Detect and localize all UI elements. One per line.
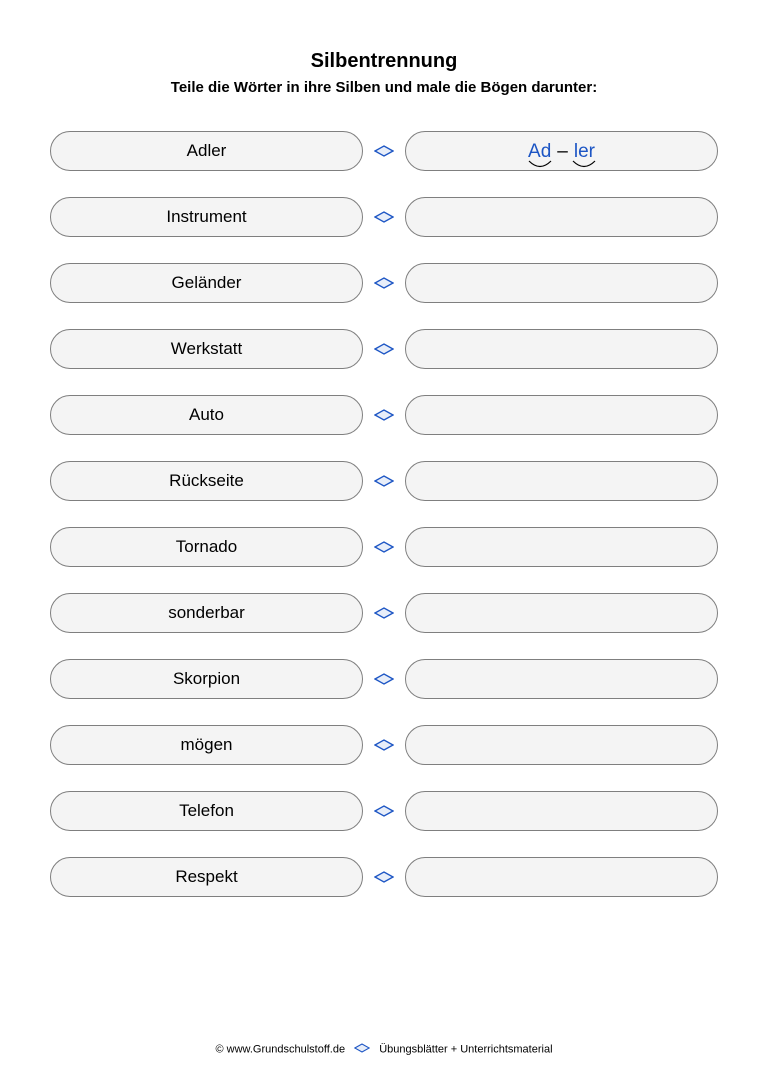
divider-icon	[373, 145, 395, 157]
answer-pill[interactable]	[405, 857, 718, 897]
divider-icon	[373, 475, 395, 487]
word-label: mögen	[181, 735, 233, 755]
syllable: ler	[574, 142, 595, 161]
example-answer: Ad – ler	[528, 142, 595, 161]
word-label: Tornado	[176, 537, 237, 557]
divider-icon	[373, 541, 395, 553]
page-title: Silbentrennung	[50, 50, 718, 73]
word-row: Tornado	[50, 527, 718, 567]
word-pill: Auto	[50, 395, 363, 435]
word-label: Geländer	[172, 273, 242, 293]
syllable-text: ler	[574, 141, 595, 162]
word-row: Adler Ad – ler	[50, 131, 718, 171]
arc-icon	[572, 160, 596, 170]
word-row: Respekt	[50, 857, 718, 897]
word-pill: sonderbar	[50, 593, 363, 633]
answer-pill[interactable]	[405, 725, 718, 765]
word-rows: Adler Ad – ler	[50, 131, 718, 897]
word-row: Rückseite	[50, 461, 718, 501]
answer-pill[interactable]	[405, 461, 718, 501]
divider-icon	[373, 607, 395, 619]
word-label: Skorpion	[173, 669, 240, 689]
word-label: Respekt	[175, 867, 237, 887]
divider-icon	[354, 1043, 370, 1056]
header: Silbentrennung Teile die Wörter in ihre …	[50, 50, 718, 96]
word-label: Adler	[187, 141, 227, 161]
word-pill: Werkstatt	[50, 329, 363, 369]
divider-icon	[373, 805, 395, 817]
word-label: sonderbar	[168, 603, 245, 623]
divider-icon	[373, 211, 395, 223]
word-label: Instrument	[166, 207, 246, 227]
footer-text: Übungsblätter + Unterrichtsmaterial	[379, 1043, 552, 1055]
word-pill: Rückseite	[50, 461, 363, 501]
divider-icon	[373, 871, 395, 883]
word-label: Auto	[189, 405, 224, 425]
word-label: Rückseite	[169, 471, 244, 491]
worksheet-page: Silbentrennung Teile die Wörter in ihre …	[0, 0, 768, 1086]
answer-pill[interactable]	[405, 527, 718, 567]
word-row: mögen	[50, 725, 718, 765]
footer: © www.Grundschulstoff.de Übungsblätter +…	[0, 1043, 768, 1056]
footer-copyright: © www.Grundschulstoff.de	[215, 1043, 345, 1055]
word-pill: mögen	[50, 725, 363, 765]
syllable: Ad	[528, 142, 551, 161]
answer-pill[interactable]	[405, 329, 718, 369]
word-pill: Skorpion	[50, 659, 363, 699]
answer-pill[interactable]	[405, 263, 718, 303]
answer-pill[interactable]	[405, 593, 718, 633]
divider-icon	[373, 277, 395, 289]
answer-pill[interactable]	[405, 197, 718, 237]
word-pill: Respekt	[50, 857, 363, 897]
word-row: Instrument	[50, 197, 718, 237]
separator: –	[557, 142, 568, 161]
word-row: Auto	[50, 395, 718, 435]
page-subtitle: Teile die Wörter in ihre Silben und male…	[50, 79, 718, 96]
divider-icon	[373, 343, 395, 355]
arc-icon	[528, 160, 552, 170]
word-pill: Telefon	[50, 791, 363, 831]
word-row: Werkstatt	[50, 329, 718, 369]
divider-icon	[373, 739, 395, 751]
word-row: Skorpion	[50, 659, 718, 699]
word-row: Telefon	[50, 791, 718, 831]
word-pill: Adler	[50, 131, 363, 171]
syllable-text: Ad	[528, 141, 551, 162]
word-pill: Tornado	[50, 527, 363, 567]
word-label: Telefon	[179, 801, 234, 821]
answer-pill[interactable]: Ad – ler	[405, 131, 718, 171]
word-row: sonderbar	[50, 593, 718, 633]
word-pill: Geländer	[50, 263, 363, 303]
word-pill: Instrument	[50, 197, 363, 237]
answer-pill[interactable]	[405, 659, 718, 699]
word-row: Geländer	[50, 263, 718, 303]
divider-icon	[373, 409, 395, 421]
divider-icon	[373, 673, 395, 685]
word-label: Werkstatt	[171, 339, 242, 359]
answer-pill[interactable]	[405, 395, 718, 435]
answer-pill[interactable]	[405, 791, 718, 831]
